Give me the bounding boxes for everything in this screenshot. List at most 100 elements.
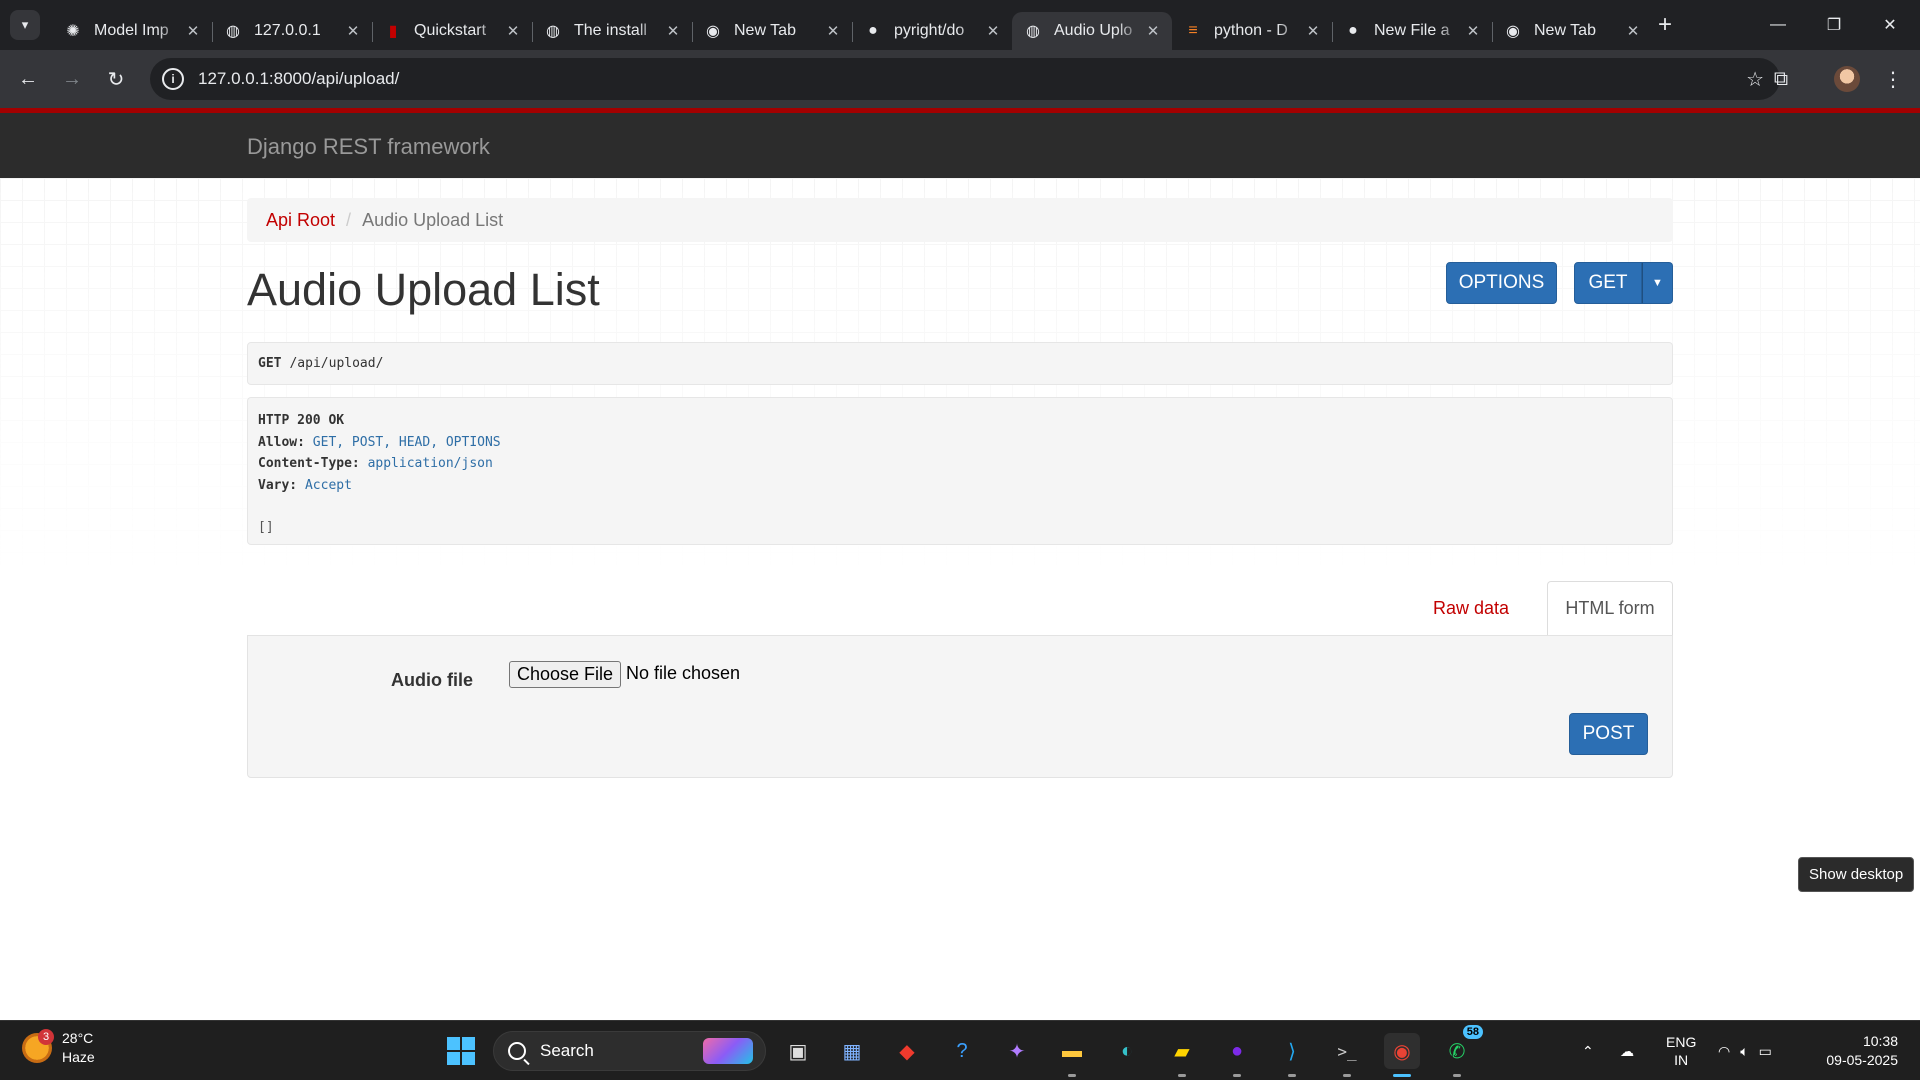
browser-menu-button[interactable]: ⋮ [1876,62,1910,96]
profile-button[interactable] [1830,62,1864,96]
globe-icon: ◍ [1026,23,1040,40]
terminal-icon: >_ [1337,1041,1357,1061]
globe-icon: ◍ [546,23,560,40]
breadcrumb-separator: / [346,209,352,230]
windows-icon [447,1037,475,1065]
terminal-app[interactable]: >_ [1329,1033,1365,1077]
browser-tab[interactable]: ◍ Audio Uplo ✕ [1012,12,1172,50]
request-method: GET [258,356,282,371]
start-button[interactable] [443,1033,479,1069]
get-format-dropdown[interactable]: ▼ [1642,262,1673,304]
upload-form: Audio file Choose File No file chosen PO… [247,635,1673,778]
browser-toolbar: ← → ↻ i 127.0.0.1:8000/api/upload/ ☆ ⧉ ⋮ [0,50,1920,108]
tab-title: New Tab [1534,22,1596,39]
tray-overflow-button[interactable]: ⌃ [1582,1021,1594,1080]
weather-widget[interactable]: 3 28°C Haze [22,1029,95,1067]
show-desktop-tooltip: Show desktop [1798,857,1915,892]
response-info: HTTP 200 OK Allow: GET, POST, HEAD, OPTI… [247,397,1673,545]
taskbar-search[interactable]: Search [493,1031,766,1071]
new-tab-button[interactable]: + [1652,12,1678,38]
browser-tab[interactable]: ● pyright/do ✕ [852,12,1012,50]
address-bar[interactable]: i 127.0.0.1:8000/api/upload/ ☆ [150,58,1780,100]
quick-settings[interactable]: ◠ 🔈︎ ▭ [1718,1021,1772,1080]
url-text[interactable]: 127.0.0.1:8000/api/upload/ [198,69,399,89]
chevron-up-icon: ⌃ [1582,1042,1594,1059]
weather-icon: 3 [22,1029,54,1063]
browser-tab[interactable]: ▮ Quickstart ✕ [372,12,532,50]
tab-title: Model Imp [94,22,169,39]
close-tab-icon[interactable]: ✕ [1144,22,1162,40]
response-header-allow: Allow: GET, POST, HEAD, OPTIONS [258,434,501,450]
response-header-vary: Vary: Accept [258,477,352,493]
taskbar: 3 28°C Haze Search ▣ ▦ ◆ ? ✦ ▬ ◐ ▰ ● ⟩ >… [0,1020,1920,1080]
navbar: Django REST framework [0,113,1920,178]
browser-tab[interactable]: ◉ New Tab ✕ [692,12,852,50]
whatsapp-badge: 58 [1462,1025,1483,1039]
tab-title: Quickstart [414,22,487,39]
edge-app[interactable]: ◐ [1109,1033,1145,1069]
close-tab-icon[interactable]: ✕ [1464,22,1482,40]
browser-tab[interactable]: ● New File a ✕ [1332,12,1492,50]
reload-button[interactable]: ↻ [100,63,132,95]
close-tab-icon[interactable]: ✕ [984,22,1002,40]
breadcrumb-current: Audio Upload List [362,209,504,230]
tab-title: New File a [1374,22,1450,39]
browser-tab[interactable]: ✺ Model Imp ✕ [52,12,212,50]
help-app[interactable]: ? [944,1033,980,1069]
tab-html-form[interactable]: HTML form [1547,581,1673,635]
tab-title: python - D [1214,22,1288,39]
close-tab-icon[interactable]: ✕ [824,22,842,40]
copilot-app[interactable]: ✦ [999,1033,1035,1069]
onedrive-tray[interactable]: ☁ [1620,1021,1634,1080]
browser-tab[interactable]: ◍ The install ✕ [532,12,692,50]
close-tab-icon[interactable]: ✕ [1304,22,1322,40]
get-button[interactable]: GET [1574,262,1642,304]
close-tab-icon[interactable]: ✕ [504,22,522,40]
browser-tab[interactable]: ◉ New Tab ✕ [1492,12,1652,50]
back-button[interactable]: ← [12,63,44,95]
page-header: Audio Upload List OPTIONS GET ▼ [247,242,1673,342]
copilot-icon: ✦ [1008,1040,1026,1063]
forward-button[interactable]: → [56,63,88,95]
close-tab-icon[interactable]: ✕ [184,22,202,40]
breadcrumb-root-link[interactable]: Api Root [266,210,335,231]
close-tab-icon[interactable]: ✕ [1624,22,1642,40]
tab-search-button[interactable]: ▾ [10,10,40,40]
close-tab-icon[interactable]: ✕ [344,22,362,40]
chrome-app[interactable]: ◉ [1384,1033,1420,1077]
close-window-button[interactable]: ✕ [1862,0,1918,50]
response-header-content-type: Content-Type: application/json [258,456,493,471]
clock[interactable]: 10:38 09-05-2025 [1816,1021,1898,1080]
chrome-icon: ◉ [706,23,720,40]
wifi-icon: ◠ [1718,1042,1731,1059]
browser-tab[interactable]: ◍ 127.0.0.1 ✕ [212,12,372,50]
language-indicator[interactable]: ENG IN [1666,1021,1696,1080]
weather-badge: 3 [38,1029,54,1045]
store-app[interactable]: ▦ [834,1033,870,1069]
chrome-icon: ◉ [1393,1040,1411,1063]
restore-button[interactable]: ❐ [1806,0,1862,50]
anydesk-app[interactable]: ◆ [889,1033,925,1069]
file-explorer-app[interactable]: ▬ [1054,1033,1090,1077]
sticky-notes-app[interactable]: ▰ [1164,1033,1200,1077]
close-tab-icon[interactable]: ✕ [664,22,682,40]
minimize-button[interactable]: — [1750,0,1806,50]
tab-raw-data[interactable]: Raw data [1412,581,1530,635]
bookmark-star-icon[interactable]: ☆ [1746,67,1764,92]
extensions-button[interactable]: ⧉ [1764,62,1798,96]
vscode-app[interactable]: ⟩ [1274,1033,1310,1077]
response-body: [] [258,520,274,535]
site-info-icon[interactable]: i [162,68,184,90]
tab-title: New Tab [734,22,796,39]
post-button[interactable]: POST [1569,713,1648,755]
choose-file-button[interactable]: Choose File [509,661,621,688]
minimize-icon: — [1770,16,1786,33]
options-button[interactable]: OPTIONS [1446,262,1557,304]
browser-tab[interactable]: ≡ python - D ✕ [1172,12,1332,50]
close-icon: ✕ [1883,17,1897,34]
canva-app[interactable]: ● [1219,1033,1255,1077]
whatsapp-app[interactable]: ✆ 58 [1439,1025,1483,1077]
brand-link[interactable]: Django REST framework [247,134,490,160]
language-line2: IN [1674,1052,1689,1068]
task-view-button[interactable]: ▣ [780,1033,816,1069]
